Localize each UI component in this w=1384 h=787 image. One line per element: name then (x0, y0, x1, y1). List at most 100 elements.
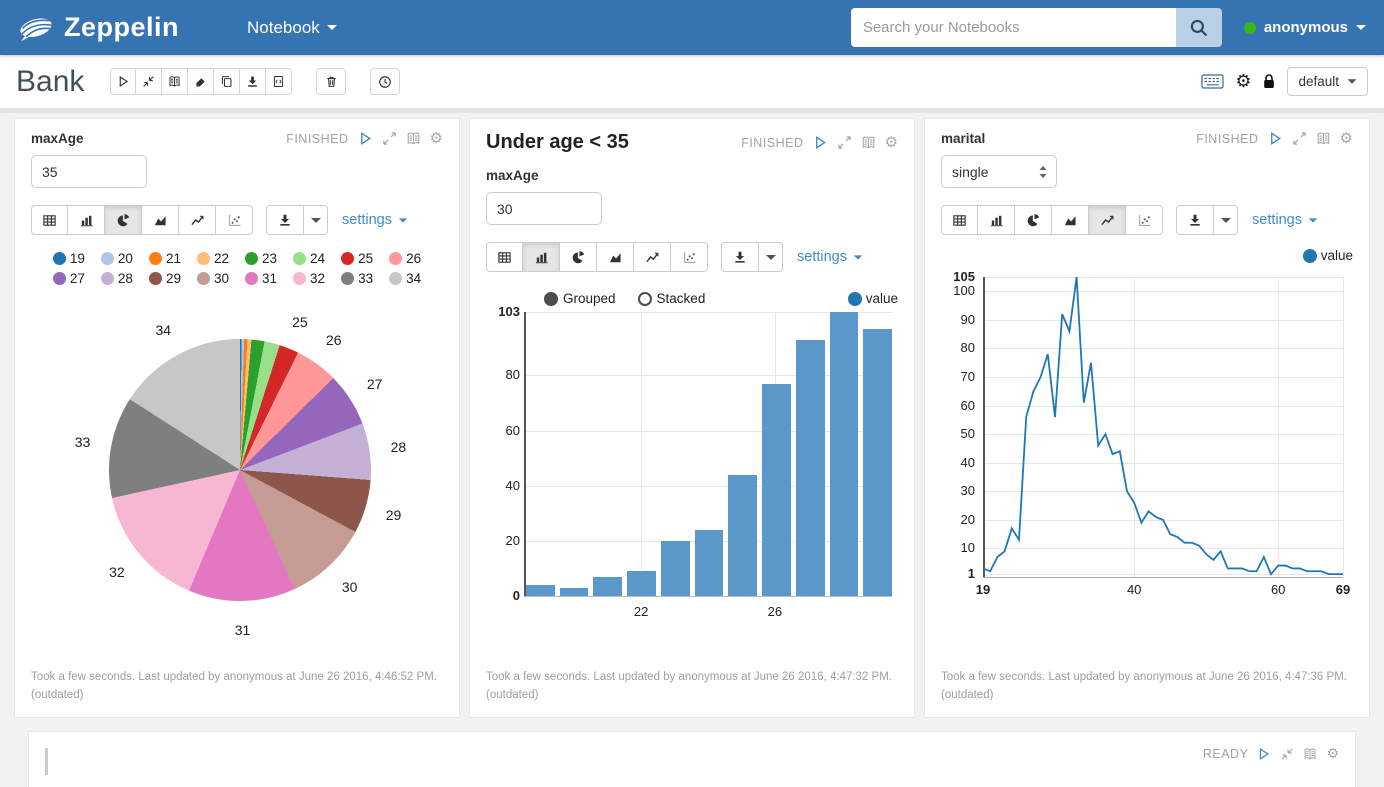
maxage-input[interactable] (486, 192, 602, 225)
legend-item-29[interactable]: 29 (149, 271, 181, 286)
chart-type-table-button[interactable] (941, 205, 978, 235)
chart-type-line-button[interactable] (179, 205, 216, 235)
bar-20[interactable] (560, 588, 589, 596)
run-paragraph-icon[interactable] (1257, 747, 1271, 761)
select-stepper-icon (1038, 165, 1048, 179)
show-editor-icon[interactable] (1303, 747, 1317, 761)
chart-type-area-button[interactable] (1052, 205, 1089, 235)
search-input[interactable] (851, 8, 1176, 47)
chart-type-pie-button[interactable] (105, 205, 142, 235)
pie-graphic[interactable] (109, 339, 371, 601)
legend-item-19[interactable]: 19 (53, 251, 85, 266)
run-all-button[interactable] (110, 68, 136, 95)
note-permissions-lock-icon[interactable] (1262, 73, 1276, 90)
export-code-button[interactable] (266, 68, 292, 95)
bar-27[interactable] (796, 340, 825, 596)
fullscreen-icon[interactable] (1280, 747, 1294, 761)
bar-19[interactable] (526, 585, 555, 596)
version-control-button[interactable] (370, 68, 400, 95)
chart-type-pie-button[interactable] (560, 242, 597, 272)
search-button[interactable] (1176, 8, 1222, 47)
paragraph-settings-gear-icon[interactable]: ⚙ (1340, 131, 1353, 146)
download-data-button[interactable] (721, 242, 759, 272)
interpreter-settings-gear-icon[interactable]: ⚙ (1235, 73, 1251, 91)
show-hide-code-button[interactable] (162, 68, 188, 95)
chart-type-bar-button[interactable] (68, 205, 105, 235)
legend-item-25[interactable]: 25 (341, 251, 373, 266)
bar-24[interactable] (695, 530, 724, 596)
marital-select[interactable]: single (941, 155, 1057, 188)
chart-type-area-button[interactable] (142, 205, 179, 235)
stacked-mode-radio[interactable]: Stacked (638, 291, 706, 306)
chart-type-area-button[interactable] (597, 242, 634, 272)
bar-29[interactable] (863, 329, 892, 596)
user-menu[interactable]: anonymous (1244, 19, 1366, 36)
paragraph-settings-gear-icon[interactable]: ⚙ (1326, 747, 1339, 761)
settings-link[interactable]: settings (797, 249, 863, 265)
grouped-mode-radio[interactable]: Grouped (544, 291, 616, 306)
chart-type-pie-button[interactable] (1015, 205, 1052, 235)
run-paragraph-icon[interactable] (813, 135, 828, 150)
fullscreen-icon[interactable] (837, 135, 852, 150)
settings-link[interactable]: settings (342, 212, 408, 228)
legend-item-31[interactable]: 31 (245, 271, 277, 286)
legend-item-32[interactable]: 32 (293, 271, 325, 286)
download-data-button[interactable] (1176, 205, 1214, 235)
download-options-caret[interactable] (1214, 205, 1238, 235)
clear-output-button[interactable] (188, 68, 214, 95)
shortcuts-keyboard-icon[interactable] (1201, 73, 1224, 90)
legend-item-26[interactable]: 26 (389, 251, 421, 266)
legend-item-24[interactable]: 24 (293, 251, 325, 266)
legend-item-22[interactable]: 22 (197, 251, 229, 266)
bar-22[interactable] (627, 571, 656, 596)
chart-type-scatter-button[interactable] (1126, 205, 1163, 235)
legend-item-28[interactable]: 28 (101, 271, 133, 286)
fullscreen-icon[interactable] (382, 131, 397, 146)
interpreter-binding-button[interactable]: default (1287, 67, 1368, 96)
settings-link[interactable]: settings (1252, 212, 1318, 228)
show-editor-icon[interactable] (861, 135, 876, 150)
chart-type-table-button[interactable] (486, 242, 523, 272)
bar-28[interactable] (830, 312, 859, 596)
series-legend-value[interactable]: value (848, 291, 898, 306)
download-data-button[interactable] (266, 205, 304, 235)
remove-note-button[interactable] (316, 68, 346, 95)
collapse-paragraphs-button[interactable] (136, 68, 162, 95)
clone-note-button[interactable] (214, 68, 240, 95)
download-options-caret[interactable] (759, 242, 783, 272)
legend-item-33[interactable]: 33 (341, 271, 373, 286)
chart-type-scatter-button[interactable] (671, 242, 708, 272)
line-series[interactable] (983, 277, 1343, 581)
legend-item-21[interactable]: 21 (149, 251, 181, 266)
legend-item-23[interactable]: 23 (245, 251, 277, 266)
run-paragraph-icon[interactable] (1268, 131, 1283, 146)
chart-type-bar-button[interactable] (523, 242, 560, 272)
run-paragraph-icon[interactable] (358, 131, 373, 146)
chart-type-line-button[interactable] (634, 242, 671, 272)
export-note-button[interactable] (240, 68, 266, 95)
zeppelin-brand[interactable]: Zeppelin (14, 11, 179, 45)
fullscreen-icon[interactable] (1292, 131, 1307, 146)
chart-type-scatter-button[interactable] (216, 205, 253, 235)
bar-23[interactable] (661, 541, 690, 596)
legend-item-20[interactable]: 20 (101, 251, 133, 266)
notebook-menu[interactable]: Notebook (247, 18, 337, 38)
maxage-input[interactable] (31, 155, 147, 188)
bar-21[interactable] (593, 577, 622, 596)
legend-item-27[interactable]: 27 (53, 271, 85, 286)
note-title[interactable]: Bank (16, 65, 84, 99)
paragraph-settings-gear-icon[interactable]: ⚙ (430, 131, 443, 146)
empty-paragraph-editor[interactable]: READY ⚙ (28, 731, 1356, 787)
bar-26[interactable] (762, 384, 791, 596)
show-editor-icon[interactable] (1316, 131, 1331, 146)
chart-type-line-button[interactable] (1089, 205, 1126, 235)
legend-item-30[interactable]: 30 (197, 271, 229, 286)
series-legend-value[interactable]: value (1303, 248, 1353, 263)
download-options-caret[interactable] (304, 205, 328, 235)
chart-type-table-button[interactable] (31, 205, 68, 235)
legend-item-34[interactable]: 34 (389, 271, 421, 286)
paragraph-settings-gear-icon[interactable]: ⚙ (885, 135, 898, 150)
chart-type-bar-button[interactable] (978, 205, 1015, 235)
bar-25[interactable] (728, 475, 757, 596)
show-editor-icon[interactable] (406, 131, 421, 146)
